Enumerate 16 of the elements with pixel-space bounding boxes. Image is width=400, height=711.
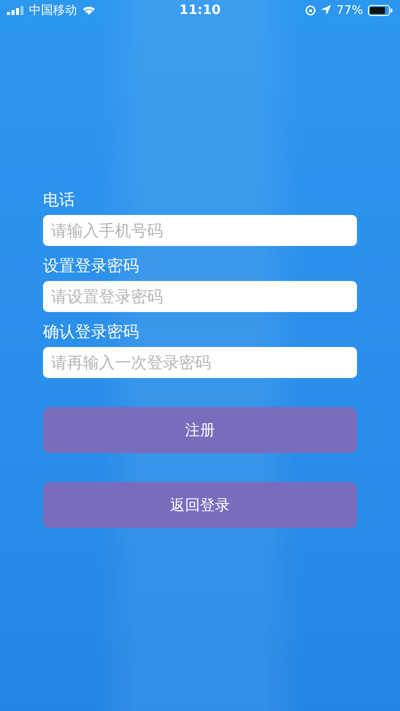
register-button[interactable]: 注册 bbox=[43, 407, 357, 453]
back-to-login-button[interactable]: 返回登录 bbox=[43, 482, 357, 528]
carrier-name: 中国移动 bbox=[29, 2, 77, 18]
signal-icon bbox=[7, 6, 24, 14]
field-label: 设置登录密码 bbox=[43, 255, 140, 277]
input-field[interactable]: 请设置登录密码 bbox=[43, 281, 357, 312]
wifi-icon bbox=[82, 5, 96, 15]
input-field[interactable]: 请再输入一次登录密码 bbox=[43, 347, 357, 378]
field-label: 电话 bbox=[43, 189, 76, 211]
battery-icon bbox=[368, 4, 393, 16]
input-field[interactable]: 请输入手机号码 bbox=[43, 215, 357, 246]
field-label: 确认登录密码 bbox=[43, 321, 140, 343]
rotation-lock-icon bbox=[305, 4, 316, 16]
battery-percent: 77% bbox=[336, 3, 363, 17]
location-icon bbox=[321, 5, 332, 15]
status-time: 11:10 bbox=[179, 2, 221, 18]
